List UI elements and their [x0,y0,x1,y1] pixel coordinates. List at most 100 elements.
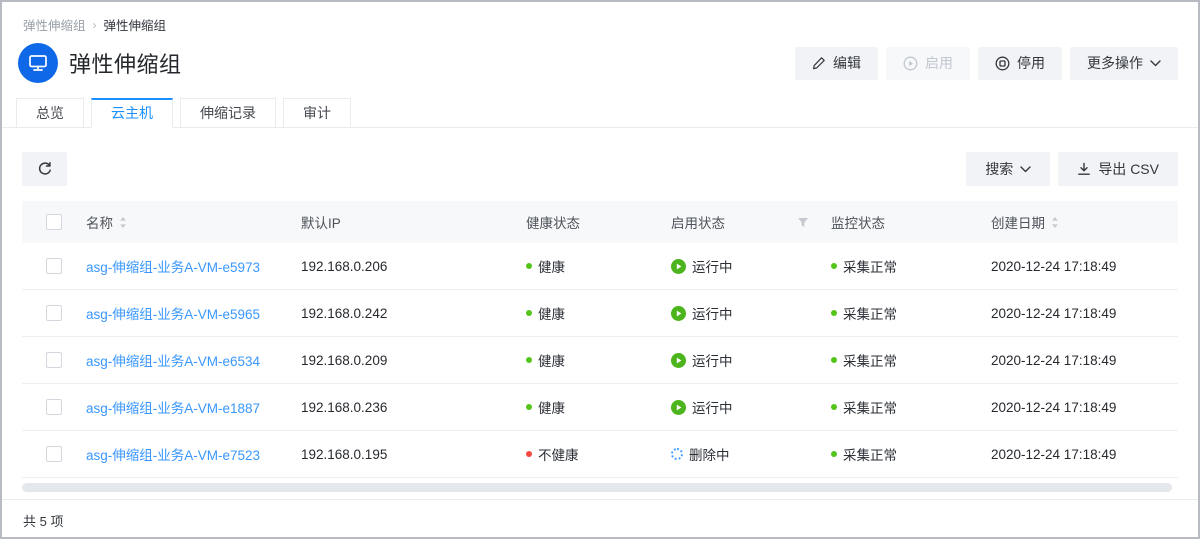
tab-overview[interactable]: 总览 [16,98,84,128]
column-header-created-label: 创建日期 [991,212,1045,232]
vm-ip: 192.168.0.236 [301,400,526,415]
column-header-health: 健康状态 [526,212,671,232]
green-dot-icon [526,404,532,410]
green-dot-icon [831,451,837,457]
vm-name-link[interactable]: asg-伸缩组-业务A-VM-e1887 [86,401,260,416]
green-dot-icon [831,310,837,316]
vm-ip: 192.168.0.206 [301,259,526,274]
scaling-group-icon [18,43,58,83]
running-icon [671,306,686,321]
run-status: 运行中 [671,350,831,370]
enable-button-label: 启用 [925,53,953,73]
vm-ip: 192.168.0.195 [301,447,526,462]
edit-button-label: 编辑 [833,53,861,73]
health-status: 不健康 [526,444,671,464]
row-checkbox[interactable] [46,446,62,462]
breadcrumb-current: 弹性伸缩组 [104,15,167,34]
vm-table: 名称 默认IP 健康状态 启用状态 监控状态 创建日期 [22,201,1178,478]
page-header: 弹性伸缩组 编辑 启用 停用 更多操作 [2,34,1198,83]
vm-ip: 192.168.0.209 [301,353,526,368]
green-dot-icon [526,310,532,316]
sort-icon[interactable] [119,216,127,229]
select-all-checkbox[interactable] [46,214,62,230]
breadcrumb-separator: › [93,18,97,32]
vm-name-link[interactable]: asg-伸缩组-业务A-VM-e6534 [86,354,260,369]
vm-ip: 192.168.0.242 [301,306,526,321]
health-status: 健康 [526,397,671,417]
row-checkbox[interactable] [46,352,62,368]
monitor-icon [27,53,49,73]
monitor-status: 采集正常 [831,350,991,370]
search-button[interactable]: 搜索 [966,152,1050,186]
disable-button[interactable]: 停用 [978,47,1062,80]
column-header-enabled-label: 启用状态 [671,212,725,232]
table-header-row: 名称 默认IP 健康状态 启用状态 监控状态 创建日期 [22,201,1178,243]
green-dot-icon [831,357,837,363]
page-title: 弹性伸缩组 [69,47,182,79]
chevron-down-icon [1020,166,1031,173]
breadcrumb-parent[interactable]: 弹性伸缩组 [23,15,86,34]
row-checkbox[interactable] [46,305,62,321]
vm-name-link[interactable]: asg-伸缩组-业务A-VM-e7523 [86,448,260,463]
refresh-icon [37,161,53,177]
created-date: 2020-12-24 17:18:49 [991,259,1178,274]
column-header-name[interactable]: 名称 [86,212,301,232]
refresh-button[interactable] [22,152,67,186]
running-icon [671,259,686,274]
monitor-status: 采集正常 [831,256,991,276]
run-status: 运行中 [671,397,831,417]
created-date: 2020-12-24 17:18:49 [991,306,1178,321]
search-button-label: 搜索 [985,159,1013,179]
health-status: 健康 [526,350,671,370]
created-date: 2020-12-24 17:18:49 [991,447,1178,462]
run-status: 删除中 [671,444,831,464]
edit-button[interactable]: 编辑 [795,47,878,80]
row-checkbox[interactable] [46,399,62,415]
horizontal-scrollbar [22,483,1178,492]
more-actions-label: 更多操作 [1087,53,1143,73]
tab-cloud-hosts[interactable]: 云主机 [91,98,173,128]
green-dot-icon [831,404,837,410]
chevron-down-icon [1150,60,1161,67]
table-row: asg-伸缩组-业务A-VM-e5965 192.168.0.242 健康 运行… [22,290,1178,337]
created-date: 2020-12-24 17:18:49 [991,400,1178,415]
row-checkbox[interactable] [46,258,62,274]
export-csv-label: 导出 CSV [1098,159,1159,179]
running-icon [671,400,686,415]
play-circle-icon [903,56,918,71]
table-footer: 共 5 项 [2,499,1198,541]
vm-name-link[interactable]: asg-伸缩组-业务A-VM-e5965 [86,307,260,322]
loading-spinner-icon [671,448,683,460]
filter-icon[interactable] [797,217,809,228]
column-header-health-label: 健康状态 [526,212,580,232]
column-header-name-label: 名称 [86,212,113,232]
total-count: 共 5 项 [23,514,63,529]
vm-name-link[interactable]: asg-伸缩组-业务A-VM-e5973 [86,260,260,275]
tab-audit[interactable]: 审计 [283,98,351,128]
sort-icon[interactable] [1051,216,1059,229]
horizontal-scrollbar-thumb[interactable] [22,483,1172,492]
green-dot-icon [526,357,532,363]
enable-button: 启用 [886,47,970,80]
health-status: 健康 [526,303,671,323]
running-icon [671,353,686,368]
column-header-created[interactable]: 创建日期 [991,212,1178,232]
disable-button-label: 停用 [1017,53,1045,73]
column-header-monitor-label: 监控状态 [831,212,885,232]
column-header-ip: 默认IP [301,212,526,232]
column-header-ip-label: 默认IP [301,212,341,232]
run-status: 运行中 [671,303,831,323]
pencil-icon [812,56,826,70]
health-status: 健康 [526,256,671,276]
more-actions-button[interactable]: 更多操作 [1070,47,1178,80]
green-dot-icon [526,263,532,269]
tab-scaling-records[interactable]: 伸缩记录 [180,98,276,128]
table-row: asg-伸缩组-业务A-VM-e6534 192.168.0.209 健康 运行… [22,337,1178,384]
export-csv-button[interactable]: 导出 CSV [1058,152,1178,186]
table-row: asg-伸缩组-业务A-VM-e7523 192.168.0.195 不健康 删… [22,431,1178,478]
monitor-status: 采集正常 [831,397,991,417]
header-actions: 编辑 启用 停用 更多操作 [795,47,1178,80]
column-header-enabled: 启用状态 [671,212,831,232]
table-toolbar: 搜索 导出 CSV [2,128,1198,201]
table-row: asg-伸缩组-业务A-VM-e5973 192.168.0.206 健康 运行… [22,243,1178,290]
